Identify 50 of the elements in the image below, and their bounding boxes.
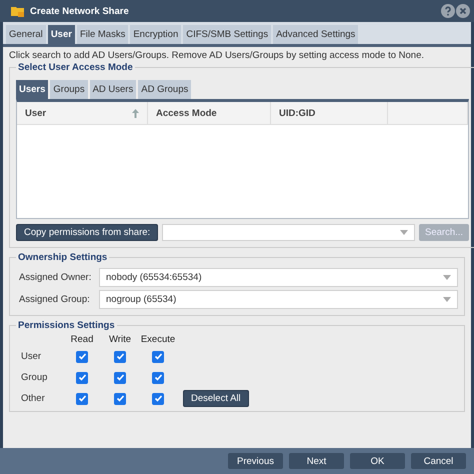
checkbox[interactable] xyxy=(152,350,164,362)
checkbox[interactable] xyxy=(76,350,88,362)
row-label: User xyxy=(20,351,42,362)
dialog-button[interactable]: OK xyxy=(350,453,405,469)
tab[interactable]: User xyxy=(48,25,75,44)
description-text: Click search to add AD Users/Groups. Remove AD Users/Groups by setting access mode to None. xyxy=(9,50,426,61)
dialog-button[interactable]: Cancel xyxy=(411,453,466,469)
tab[interactable]: Groups xyxy=(50,80,88,99)
checkbox[interactable] xyxy=(152,392,164,404)
column-header[interactable]: Access Mode xyxy=(148,102,271,125)
tab[interactable]: AD Groups xyxy=(138,80,192,99)
field-label: Assigned Owner: xyxy=(18,272,92,283)
field-label: Assigned Group: xyxy=(18,294,91,305)
row-label: Group xyxy=(20,372,48,383)
tab[interactable]: Users xyxy=(16,80,48,99)
column-label: Execute xyxy=(140,334,176,345)
tab[interactable]: Encryption xyxy=(130,25,182,44)
checkbox[interactable] xyxy=(152,372,164,384)
checkbox[interactable] xyxy=(76,392,88,404)
folder-icon xyxy=(10,4,26,18)
checkbox[interactable] xyxy=(76,372,88,384)
tab[interactable]: File Masks xyxy=(76,25,128,44)
sort-arrow-icon xyxy=(132,108,139,118)
dialog-button[interactable]: Previous xyxy=(228,453,283,469)
checkbox[interactable] xyxy=(114,350,126,362)
deselect-all-button[interactable]: Deselect All xyxy=(183,390,249,407)
tab[interactable]: CIFS/SMB Settings xyxy=(183,25,272,44)
tab[interactable]: AD Users xyxy=(90,80,136,99)
owner-dropdown[interactable]: nogroup (65534) xyxy=(99,290,458,309)
section-legend: Permissions Settings xyxy=(16,320,117,331)
row-label: Other xyxy=(20,393,46,404)
section-legend: Ownership Settings xyxy=(16,252,110,263)
window-title: Create Network Share xyxy=(30,6,129,16)
checkbox[interactable] xyxy=(114,392,126,404)
close-icon[interactable] xyxy=(456,4,470,18)
help-icon[interactable] xyxy=(441,4,455,18)
caret-icon xyxy=(443,275,451,280)
checkbox[interactable] xyxy=(114,372,126,384)
dialog-button[interactable]: Next xyxy=(289,453,344,469)
tab[interactable]: Advanced Settings xyxy=(273,25,358,44)
owner-dropdown[interactable]: nobody (65534:65534) xyxy=(99,268,458,287)
column-header[interactable]: UID:GID xyxy=(271,102,388,125)
column-label: Write xyxy=(108,334,132,345)
column-header[interactable]: User xyxy=(17,102,148,125)
tab[interactable]: General xyxy=(6,25,46,44)
copy-permissions-button[interactable]: Copy permissions from share: xyxy=(16,224,158,241)
caret-icon xyxy=(443,297,451,302)
caret-icon xyxy=(400,230,408,235)
section-legend: Select User Access Mode xyxy=(16,62,135,73)
column-label: Read xyxy=(70,334,94,345)
